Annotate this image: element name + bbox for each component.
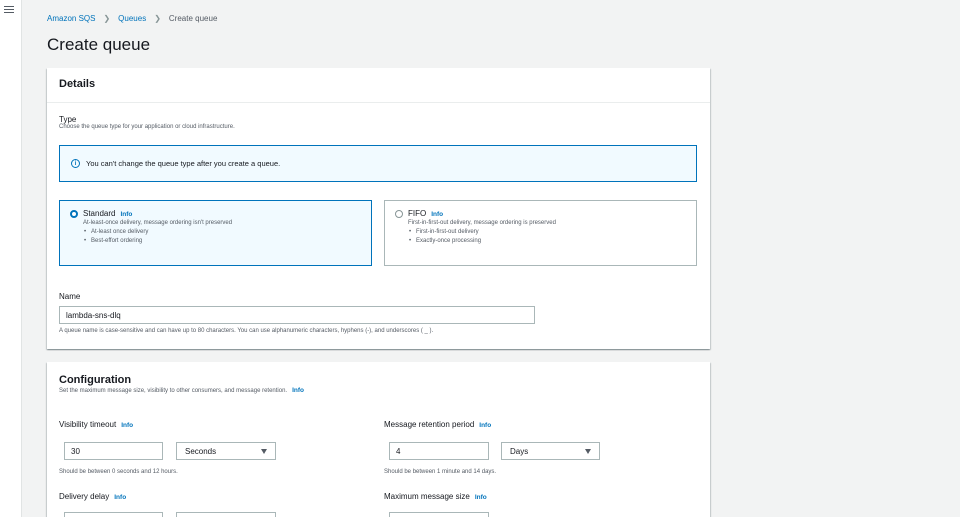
- list-item: First-in-first-out delivery: [408, 229, 686, 235]
- details-panel: Details Type Choose the queue type for y…: [47, 68, 710, 349]
- configuration-description-row: Set the maximum message size, visibility…: [59, 387, 304, 394]
- list-item: Exactly-once processing: [408, 238, 686, 244]
- configuration-header: Configuration Set the maximum message si…: [59, 374, 304, 394]
- standard-radio[interactable]: [70, 210, 78, 218]
- retention-unit-select[interactable]: Days: [501, 442, 600, 460]
- retention-label-row: Message retention period Info: [384, 420, 491, 429]
- retention-period-input[interactable]: 4: [389, 442, 489, 460]
- fifo-radio[interactable]: [395, 210, 403, 218]
- menu-icon[interactable]: [4, 6, 14, 16]
- type-section: Type Choose the queue type for your appl…: [59, 115, 235, 130]
- caret-down-icon: [585, 448, 591, 454]
- info-circle-icon: i: [71, 159, 80, 168]
- configuration-panel: Configuration Set the maximum message si…: [47, 362, 710, 517]
- fifo-description: First-in-first-out delivery, message ord…: [408, 220, 556, 226]
- breadcrumb-current: Create queue: [168, 14, 218, 23]
- standard-bullets: At-least once delivery Best-effort order…: [83, 229, 361, 244]
- visibility-timeout-hint: Should be between 0 seconds and 12 hours…: [59, 469, 178, 475]
- max-message-size-label-row: Maximum message size Info: [384, 492, 487, 501]
- breadcrumb-queues[interactable]: Queues: [118, 14, 146, 23]
- details-heading: Details: [59, 78, 96, 90]
- retention-info-link[interactable]: Info: [479, 422, 491, 429]
- chevron-right-icon: ❯: [103, 14, 111, 23]
- retention-hint: Should be between 1 minute and 14 days.: [384, 469, 497, 475]
- retention-unit: Days: [510, 446, 529, 456]
- max-message-size-label: Maximum message size: [384, 492, 470, 501]
- list-item: At-least once delivery: [83, 229, 361, 235]
- delivery-delay-label-row: Delivery delay Info: [59, 492, 126, 501]
- fifo-bullets: First-in-first-out delivery Exactly-once…: [408, 229, 686, 244]
- max-message-size-input[interactable]: [389, 512, 489, 517]
- alert-text: You can't change the queue type after yo…: [86, 159, 281, 168]
- list-item: Best-effort ordering: [83, 238, 361, 244]
- fifo-title: FIFO: [408, 209, 427, 218]
- fifo-title-row: FIFO Info: [408, 209, 686, 218]
- caret-down-icon: [261, 448, 267, 454]
- max-message-size-info-link[interactable]: Info: [475, 494, 487, 501]
- queue-name-input[interactable]: lambda-sns-dlq: [59, 306, 535, 324]
- breadcrumb-amazon-sqs[interactable]: Amazon SQS: [47, 14, 95, 23]
- info-alert: i You can't change the queue type after …: [59, 145, 697, 182]
- details-header: Details: [47, 68, 710, 103]
- delivery-delay-label: Delivery delay: [59, 492, 110, 501]
- fifo-queue-option[interactable]: FIFO Info First-in-first-out delivery, me…: [384, 200, 697, 266]
- name-label: Name: [59, 292, 81, 301]
- fifo-info-link[interactable]: Info: [431, 211, 443, 218]
- type-description: Choose the queue type for your applicati…: [59, 124, 235, 130]
- visibility-timeout-info-link[interactable]: Info: [121, 422, 133, 429]
- configuration-description: Set the maximum message size, visibility…: [59, 388, 288, 394]
- page-title: Create queue: [47, 35, 151, 54]
- configuration-info-link[interactable]: Info: [292, 387, 304, 394]
- visibility-timeout-input[interactable]: 30: [64, 442, 163, 460]
- standard-description: At-least-once delivery, message ordering…: [83, 220, 233, 226]
- name-hint: A queue name is case-sensitive and can h…: [59, 328, 434, 334]
- chevron-right-icon: ❯: [154, 14, 161, 23]
- standard-title: Standard: [83, 209, 116, 218]
- standard-title-row: Standard Info: [83, 209, 361, 218]
- delivery-delay-input[interactable]: [64, 512, 163, 517]
- type-label: Type: [59, 115, 77, 124]
- visibility-timeout-label: Visibility timeout: [59, 420, 117, 429]
- delivery-delay-unit-select[interactable]: [176, 512, 276, 517]
- side-navigation-strip: [0, 0, 22, 517]
- visibility-timeout-label-row: Visibility timeout Info: [59, 420, 133, 429]
- configuration-heading: Configuration: [59, 374, 132, 386]
- standard-queue-option[interactable]: Standard Info At-least-once delivery, mes…: [59, 200, 372, 266]
- visibility-timeout-unit: Seconds: [185, 446, 217, 456]
- standard-info-link[interactable]: Info: [120, 211, 132, 218]
- breadcrumb: Amazon SQS ❯ Queues ❯ Create queue: [47, 14, 217, 23]
- delivery-delay-info-link[interactable]: Info: [114, 494, 126, 501]
- retention-label: Message retention period: [384, 420, 475, 429]
- visibility-timeout-unit-select[interactable]: Seconds: [176, 442, 276, 460]
